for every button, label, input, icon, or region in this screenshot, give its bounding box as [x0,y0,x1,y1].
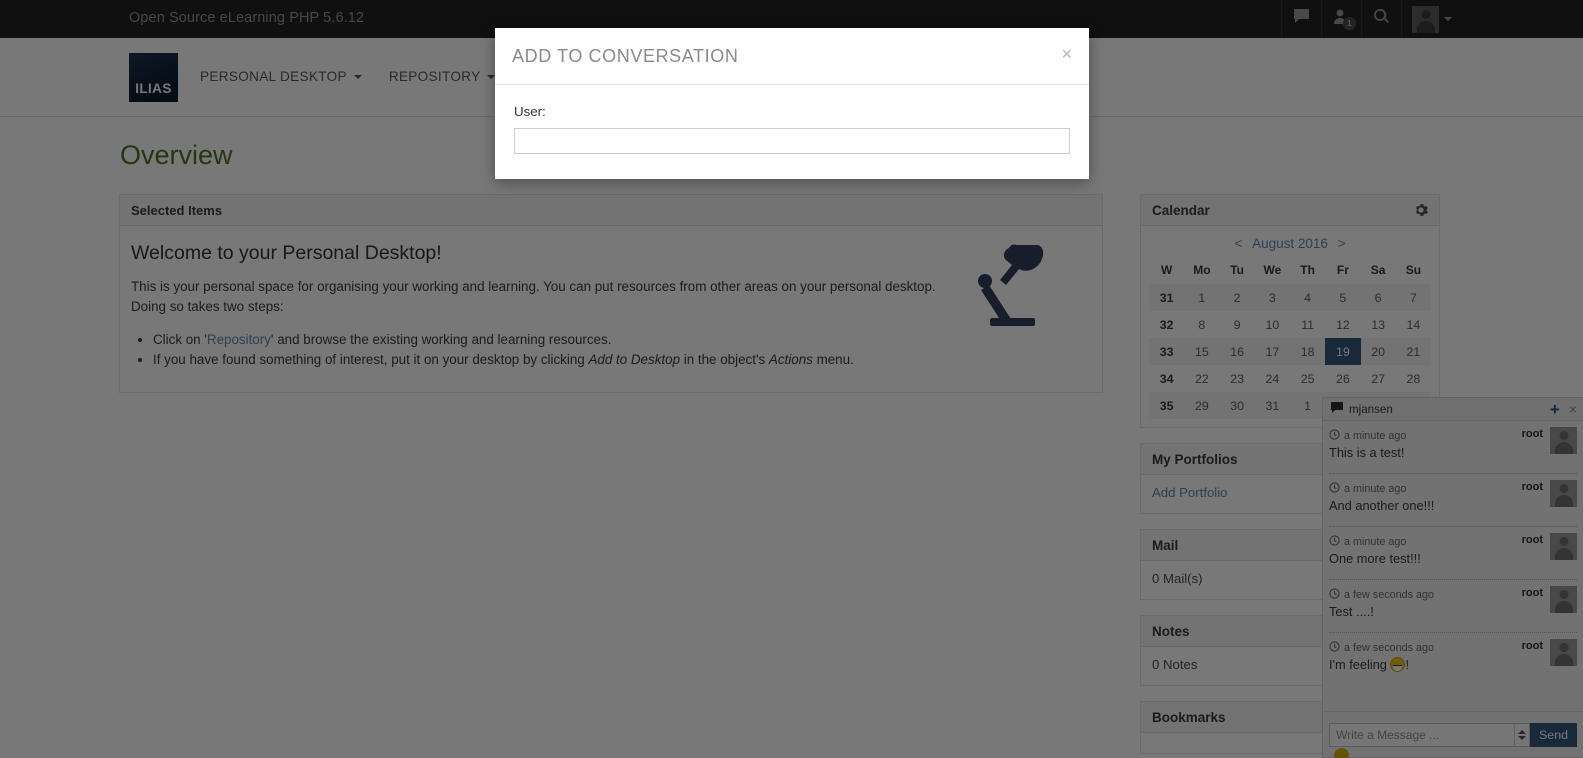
user-field-label: User: [514,104,546,119]
add-to-conversation-modal: ADD TO CONVERSATION × User: [495,28,1089,179]
modal-title: ADD TO CONVERSATION [512,45,739,66]
screen: Open Source eLearning PHP 5.6.12 1 [0,0,1583,758]
modal-header: ADD TO CONVERSATION × [495,28,1089,85]
user-input[interactable] [514,128,1070,154]
modal-close-button[interactable]: × [1061,45,1072,63]
modal-body: User: [495,85,1089,179]
